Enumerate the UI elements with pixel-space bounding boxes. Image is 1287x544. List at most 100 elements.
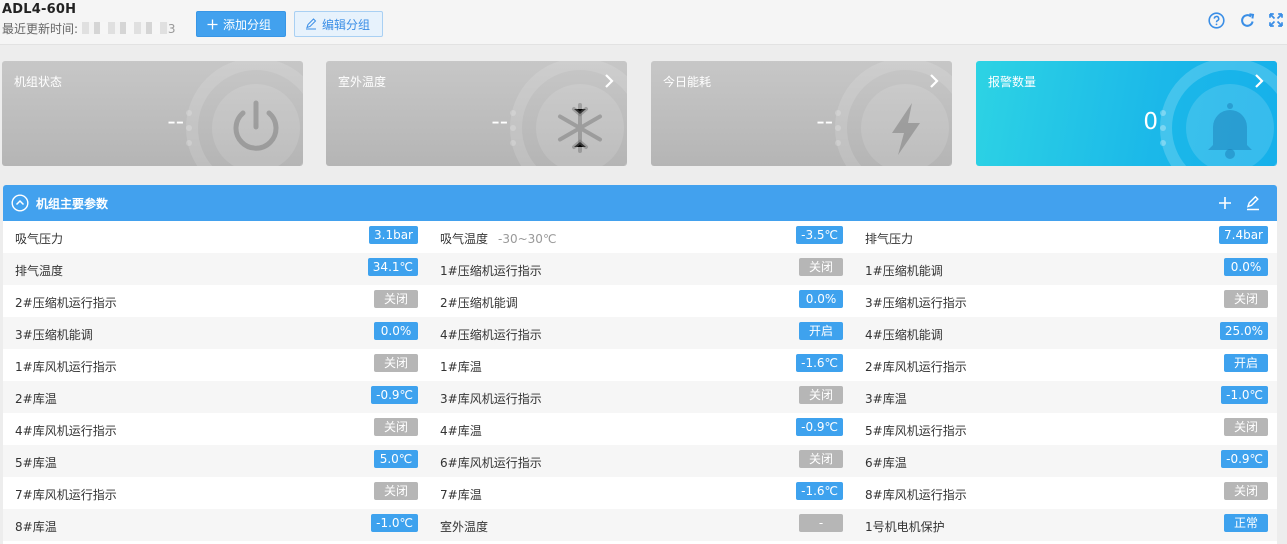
param-label: 4#压缩机运行指示 — [440, 326, 542, 343]
edit-group-button[interactable]: 编辑分组 — [294, 11, 383, 37]
param-label-text: 5#库风机运行指示 — [865, 424, 967, 438]
param-cell: 4#压缩机运行指示 开启 — [428, 317, 853, 349]
card-value: -- — [167, 109, 184, 135]
param-range: -30~30℃ — [498, 232, 557, 246]
param-value-badge: 关闭 — [1224, 482, 1268, 500]
param-label: 1#库风机运行指示 — [15, 358, 117, 375]
add-param-icon[interactable] — [1216, 194, 1234, 212]
param-label-text: 8#库风机运行指示 — [865, 488, 967, 502]
param-label-text: 3#库温 — [865, 392, 907, 406]
param-label-text: 排气压力 — [865, 232, 914, 246]
param-label: 1号机电机保护 — [865, 518, 945, 535]
param-row: 3#压缩机能调 0.0% 4#压缩机运行指示 开启 4#压缩机能调 25.0% — [3, 317, 1277, 349]
param-value-badge: 0.0% — [1224, 258, 1268, 276]
chevron-right-icon[interactable] — [1253, 73, 1265, 89]
add-group-label: 添加分组 — [223, 17, 272, 32]
fullscreen-icon[interactable] — [1266, 10, 1286, 30]
param-label: 8#库温 — [15, 518, 57, 535]
param-value-badge: 关闭 — [799, 450, 843, 468]
collapse-up-icon[interactable] — [11, 194, 29, 212]
param-cell: 4#库温 -0.9℃ — [428, 413, 853, 445]
edit-param-icon[interactable] — [1244, 194, 1262, 212]
add-group-button[interactable]: 添加分组 — [196, 11, 286, 37]
param-label-text: 8#库温 — [15, 520, 57, 534]
update-time-value: 3 — [167, 22, 176, 36]
param-label: 2#库风机运行指示 — [865, 358, 967, 375]
param-label: 2#压缩机运行指示 — [15, 294, 117, 311]
param-value-badge: -3.5℃ — [796, 226, 843, 244]
param-label-text: 1#库温 — [440, 360, 482, 374]
param-label: 3#库温 — [865, 390, 907, 407]
param-cell: 1#库温 -1.6℃ — [428, 349, 853, 381]
param-value-badge: 关闭 — [799, 258, 843, 276]
card-alarm-count[interactable]: 报警数量 0 — [976, 61, 1277, 166]
param-cell: 2#库风机运行指示 开启 — [853, 349, 1277, 381]
chevron-right-icon[interactable] — [603, 73, 615, 89]
help-icon[interactable] — [1206, 10, 1226, 30]
param-row: 8#库温 -1.0℃ 室外温度 - 1号机电机保护 正常 — [3, 509, 1277, 541]
param-cell: 8#库风机运行指示 关闭 — [853, 477, 1277, 509]
param-label: 5#库风机运行指示 — [865, 422, 967, 439]
param-label-text: 7#库温 — [440, 488, 482, 502]
card-value: -- — [816, 109, 833, 135]
card-today-energy[interactable]: 今日能耗 -- — [651, 61, 952, 166]
param-cell: 1#压缩机能调 0.0% — [853, 253, 1277, 285]
param-value-badge: -1.0℃ — [1221, 386, 1268, 404]
param-label: 1#库温 — [440, 358, 482, 375]
param-label-text: 3#压缩机能调 — [15, 328, 93, 342]
param-cell: 7#库风机运行指示 关闭 — [3, 477, 428, 509]
param-cell: 2#压缩机能调 0.0% — [428, 285, 853, 317]
param-label: 2#压缩机能调 — [440, 294, 518, 311]
param-value-badge: -1.6℃ — [796, 354, 843, 372]
refresh-icon[interactable] — [1237, 10, 1257, 30]
param-value-badge: 关闭 — [374, 290, 418, 308]
param-label-text: 1#压缩机能调 — [865, 264, 943, 278]
param-label: 7#库风机运行指示 — [15, 486, 117, 503]
param-label-text: 7#库风机运行指示 — [15, 488, 117, 502]
param-cell: 吸气压力 3.1bar — [3, 221, 428, 253]
param-label: 排气温度 — [15, 262, 63, 279]
param-value-badge: -1.0℃ — [371, 514, 418, 532]
param-row: 2#库温 -0.9℃ 3#库风机运行指示 关闭 3#库温 -1.0℃ — [3, 381, 1277, 413]
param-value-badge: 开启 — [1224, 354, 1268, 372]
param-label-text: 3#压缩机运行指示 — [865, 296, 967, 310]
param-cell: 8#库温 -1.0℃ — [3, 509, 428, 541]
param-value-badge: 关闭 — [374, 354, 418, 372]
param-label: 8#库风机运行指示 — [865, 486, 967, 503]
param-cell: 3#压缩机能调 0.0% — [3, 317, 428, 349]
param-value-badge: 开启 — [799, 322, 843, 340]
param-value-badge: 关闭 — [1224, 418, 1268, 436]
param-row: 排气温度 34.1℃ 1#压缩机运行指示 关闭 1#压缩机能调 0.0% — [3, 253, 1277, 285]
main-params-panel: 机组主要参数 吸气压力 3.1bar 吸气温度 -30~30℃ -3.5℃ 排气压力 7.4… — [3, 185, 1277, 544]
param-value-badge: -0.9℃ — [1221, 450, 1268, 468]
param-cell: 1#库风机运行指示 关闭 — [3, 349, 428, 381]
param-value-badge: 7.4bar — [1219, 226, 1268, 244]
param-row: 4#库风机运行指示 关闭 4#库温 -0.9℃ 5#库风机运行指示 关闭 — [3, 413, 1277, 445]
param-row: 2#压缩机运行指示 关闭 2#压缩机能调 0.0% 3#压缩机运行指示 关闭 — [3, 285, 1277, 317]
param-cell: 3#库风机运行指示 关闭 — [428, 381, 853, 413]
card-label: 室外温度 — [338, 75, 387, 89]
param-cell: 6#库风机运行指示 关闭 — [428, 445, 853, 477]
param-label-text: 2#库温 — [15, 392, 57, 406]
param-cell: 2#压缩机运行指示 关闭 — [3, 285, 428, 317]
param-label-text: 吸气温度 — [440, 232, 489, 246]
param-label: 室外温度 — [440, 518, 488, 535]
card-outdoor-temp[interactable]: 室外温度 -- — [326, 61, 627, 166]
param-label-text: 3#库风机运行指示 — [440, 392, 542, 406]
param-cell: 2#库温 -0.9℃ — [3, 381, 428, 413]
panel-header: 机组主要参数 — [3, 185, 1277, 221]
param-label: 4#库风机运行指示 — [15, 422, 117, 439]
update-time-value-blurred — [81, 22, 168, 34]
param-cell: 6#库温 -0.9℃ — [853, 445, 1277, 477]
param-label-text: 4#库温 — [440, 424, 482, 438]
param-cell: 5#库风机运行指示 关闭 — [853, 413, 1277, 445]
param-value-badge: 关闭 — [799, 386, 843, 404]
param-value-badge: -1.6℃ — [796, 482, 843, 500]
param-label: 6#库温 — [865, 454, 907, 471]
card-unit-status[interactable]: 机组状态 -- — [2, 61, 303, 166]
param-label: 5#库温 — [15, 454, 57, 471]
param-row: 7#库风机运行指示 关闭 7#库温 -1.6℃ 8#库风机运行指示 关闭 — [3, 477, 1277, 509]
param-label-text: 2#压缩机能调 — [440, 296, 518, 310]
params-grid: 吸气压力 3.1bar 吸气温度 -30~30℃ -3.5℃ 排气压力 7.4bar 排气温度… — [3, 221, 1277, 541]
chevron-right-icon[interactable] — [928, 73, 940, 89]
